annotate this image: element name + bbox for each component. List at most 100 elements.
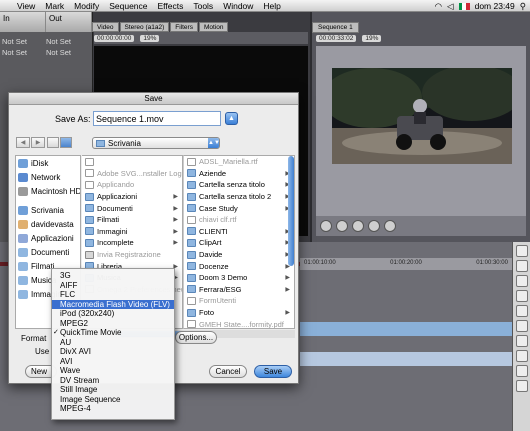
slip-tool-icon[interactable] xyxy=(515,305,528,317)
file-list-item[interactable]: Immagini ▶ xyxy=(82,226,182,238)
viewer-tab[interactable]: Stereo (a1a2) xyxy=(119,22,170,32)
menu-item[interactable]: Tools xyxy=(188,1,218,11)
file-list-item[interactable]: Davide▶ xyxy=(184,249,294,261)
cancel-button[interactable]: Cancel xyxy=(209,365,247,378)
loop-button[interactable] xyxy=(368,220,380,232)
menu-item[interactable]: Modify xyxy=(69,1,104,11)
file-list-item[interactable]: Documenti ▶ xyxy=(82,202,182,214)
stop-button[interactable] xyxy=(336,220,348,232)
sidebar-item[interactable]: iDisk xyxy=(16,156,80,170)
spotlight-icon[interactable]: ⚲ xyxy=(520,1,526,12)
timeline-ruler[interactable]: 01:00:10:00 01:00:20:00 01:00:30:00 xyxy=(300,258,512,270)
menu-item-format[interactable]: MPEG-4 xyxy=(52,404,174,414)
vertical-scrollbar-thumb[interactable] xyxy=(288,156,294,266)
browser-row[interactable]: Not Set Not Set xyxy=(2,37,90,48)
viewer-tab[interactable]: Motion xyxy=(198,22,229,32)
viewer-tab[interactable]: Filters xyxy=(170,22,198,32)
roll-tool-icon[interactable] xyxy=(515,290,528,302)
filename-input[interactable] xyxy=(93,111,221,126)
sidebar-item[interactable]: Applicazioni xyxy=(16,231,80,245)
menu-item-format[interactable]: iPod (320x240) xyxy=(52,309,174,319)
file-list-item[interactable]: Foto ▶ xyxy=(184,307,294,319)
menu-item-format[interactable]: Still Image xyxy=(52,385,174,395)
file-list-item[interactable]: FormUtenti xyxy=(184,295,294,307)
file-list-item[interactable]: Case Study▶ xyxy=(184,202,294,214)
menu-item[interactable]: Help xyxy=(258,1,285,11)
play-button[interactable] xyxy=(352,220,364,232)
file-list-item[interactable]: Ferrara/ESG ▶ xyxy=(184,284,294,296)
italian-flag-icon[interactable] xyxy=(458,2,470,10)
sidebar-item[interactable]: Network xyxy=(16,170,80,184)
sidebar-item[interactable]: davidevasta xyxy=(16,217,80,231)
file-list-item[interactable]: chiavi clf.rtf xyxy=(184,214,294,226)
menu-item[interactable]: Sequence xyxy=(104,1,152,11)
expand-dialog-button[interactable]: ▲ xyxy=(225,112,238,125)
file-list-item[interactable]: ADSL_Mariella.rtf xyxy=(184,156,294,168)
column-view-button[interactable] xyxy=(60,137,72,148)
file-list-item[interactable]: Docenze ▶ xyxy=(184,260,294,272)
column-header-in[interactable]: In xyxy=(0,12,46,32)
file-list-item[interactable]: Doom 3 Demo ▶ xyxy=(184,272,294,284)
save-button[interactable]: Save xyxy=(254,365,292,378)
forward-button[interactable]: ▶ xyxy=(31,137,45,148)
menu-item-format[interactable]: FLC xyxy=(52,290,174,300)
file-list-item[interactable]: Invia Registrazione xyxy=(82,249,182,261)
menu-item-format[interactable]: Image Sequence xyxy=(52,395,174,405)
file-list-item[interactable]: Applicazioni ▶ xyxy=(82,191,182,203)
sidebar-item[interactable]: Scrivania xyxy=(16,203,80,217)
audio-track-clip[interactable] xyxy=(300,352,512,366)
viewer-zoom[interactable]: 19% xyxy=(140,34,160,42)
canvas-zoom[interactable]: 19% xyxy=(362,34,382,42)
menu-item-format[interactable]: AIFF xyxy=(52,281,174,291)
back-button[interactable]: ◀ xyxy=(16,137,30,148)
zoom-tool-icon[interactable] xyxy=(515,335,528,347)
razor-tool-icon[interactable] xyxy=(515,320,528,332)
file-list-item[interactable]: GMEH State....formity.pdf xyxy=(184,318,294,328)
file-list-item[interactable]: CLIENTI▶ xyxy=(184,226,294,238)
menu-item[interactable]: Effects xyxy=(153,1,189,11)
options-button[interactable]: Options... xyxy=(175,331,217,344)
video-track-clip[interactable] xyxy=(300,322,512,336)
file-list-item[interactable]: Cartella senza titolo▶ xyxy=(184,179,294,191)
volume-icon[interactable]: ◁ xyxy=(447,1,454,12)
menu-item-format[interactable]: ✓ QuickTime Movie xyxy=(52,328,174,338)
list-view-button[interactable] xyxy=(47,137,59,148)
forward-button[interactable] xyxy=(384,220,396,232)
rewind-button[interactable] xyxy=(320,220,332,232)
track-select-tool-icon[interactable] xyxy=(515,275,528,287)
file-list-item[interactable]: Filmati ▶ xyxy=(82,214,182,226)
file-list-item[interactable]: Adobe SVG...nstaller Log xyxy=(82,168,182,180)
menu-item[interactable]: Window xyxy=(218,1,258,11)
menu-item-format[interactable]: Macromedia Flash Video (FLV) xyxy=(52,299,174,309)
crop-tool-icon[interactable] xyxy=(515,350,528,362)
file-list-item[interactable]: ClipArt▶ xyxy=(184,237,294,249)
sidebar-item[interactable]: Documenti xyxy=(16,245,80,259)
canvas-timecode[interactable]: 00:00:33:02 xyxy=(316,34,357,42)
pen-tool-icon[interactable] xyxy=(515,365,528,377)
edit-select-tool-icon[interactable] xyxy=(515,260,528,272)
browser-row[interactable]: Not Set Not Set xyxy=(2,48,90,59)
selection-tool-icon[interactable] xyxy=(515,245,528,257)
file-list-item[interactable] xyxy=(82,156,182,168)
menu-item-format[interactable]: MPEG2 xyxy=(52,319,174,329)
menu-item-format[interactable]: Wave xyxy=(52,366,174,376)
column-header-out[interactable]: Out xyxy=(46,12,92,32)
hand-tool-icon[interactable] xyxy=(515,380,528,392)
viewer-tab[interactable]: Video xyxy=(92,22,119,32)
file-list-item[interactable]: Aziende▶ xyxy=(184,168,294,180)
file-list-item[interactable]: Applicando xyxy=(82,179,182,191)
menu-item[interactable]: Mark xyxy=(40,1,69,11)
menu-item-format[interactable]: AU xyxy=(52,338,174,348)
menu-item-format[interactable]: AVI xyxy=(52,357,174,367)
file-list-item[interactable]: Cartella senza titolo 2▶ xyxy=(184,191,294,203)
menubar-clock[interactable]: dom 23:49 xyxy=(475,1,515,11)
menu-item-format[interactable]: 3G xyxy=(52,271,174,281)
file-list-item[interactable]: Incomplete ▶ xyxy=(82,237,182,249)
menu-item[interactable]: View xyxy=(12,1,40,11)
sidebar-item[interactable]: Macintosh HD xyxy=(16,184,80,198)
viewer-timecode[interactable]: 00:00:00:00 xyxy=(94,34,135,42)
location-popup[interactable]: Scrivania ▲▼ xyxy=(92,137,220,149)
menu-item-format[interactable]: DivX AVI xyxy=(52,347,174,357)
wifi-icon[interactable]: ◠ xyxy=(435,1,442,12)
menu-item-format[interactable]: DV Stream xyxy=(52,376,174,386)
